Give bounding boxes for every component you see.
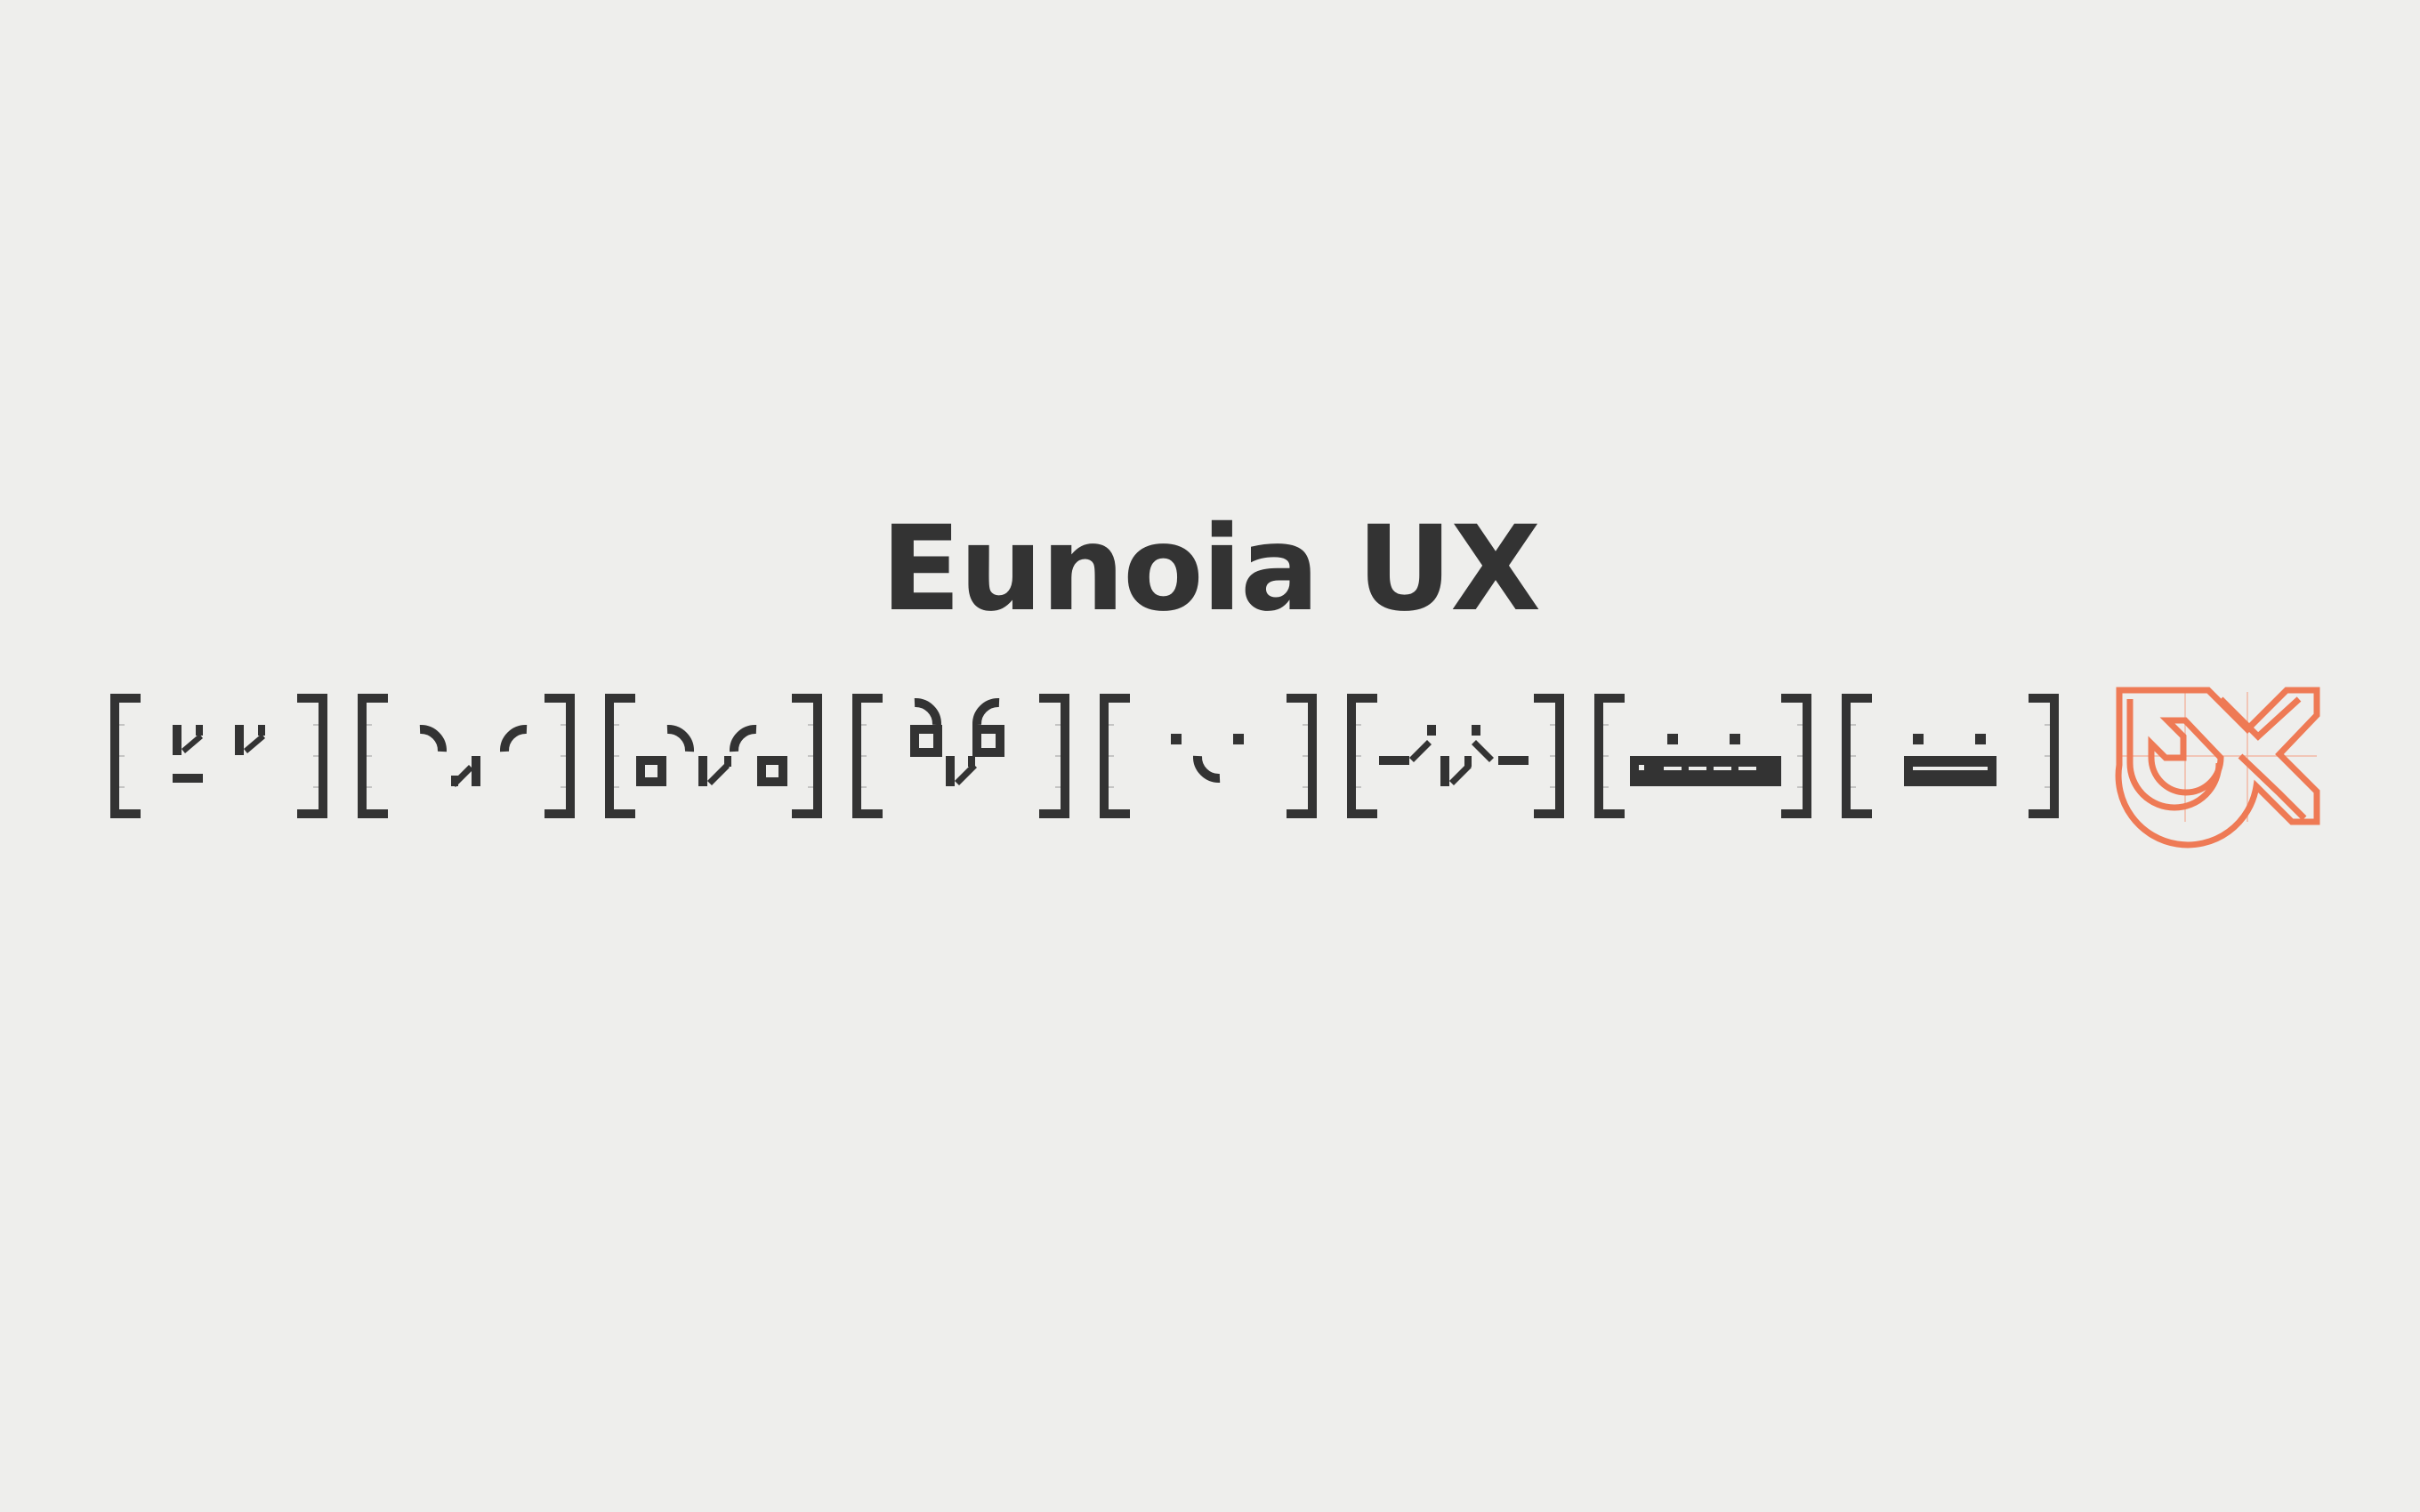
- glyph-strip: [109, 687, 2320, 848]
- bracket-group-1: [109, 693, 328, 819]
- bracket-group-4: [851, 693, 1070, 819]
- bracket-group-3: [604, 693, 823, 819]
- eunoia-ux-monogram-icon: [2115, 687, 2320, 848]
- bracket-group-5: [1099, 693, 1318, 819]
- bracket-group-7: [1593, 693, 1812, 819]
- bracket-group-2: [357, 693, 576, 819]
- brand-sheet: Eunoia UX: [0, 0, 2420, 1512]
- bracket-group-8: [1841, 693, 2060, 819]
- bracket-group-6: [1346, 693, 1565, 819]
